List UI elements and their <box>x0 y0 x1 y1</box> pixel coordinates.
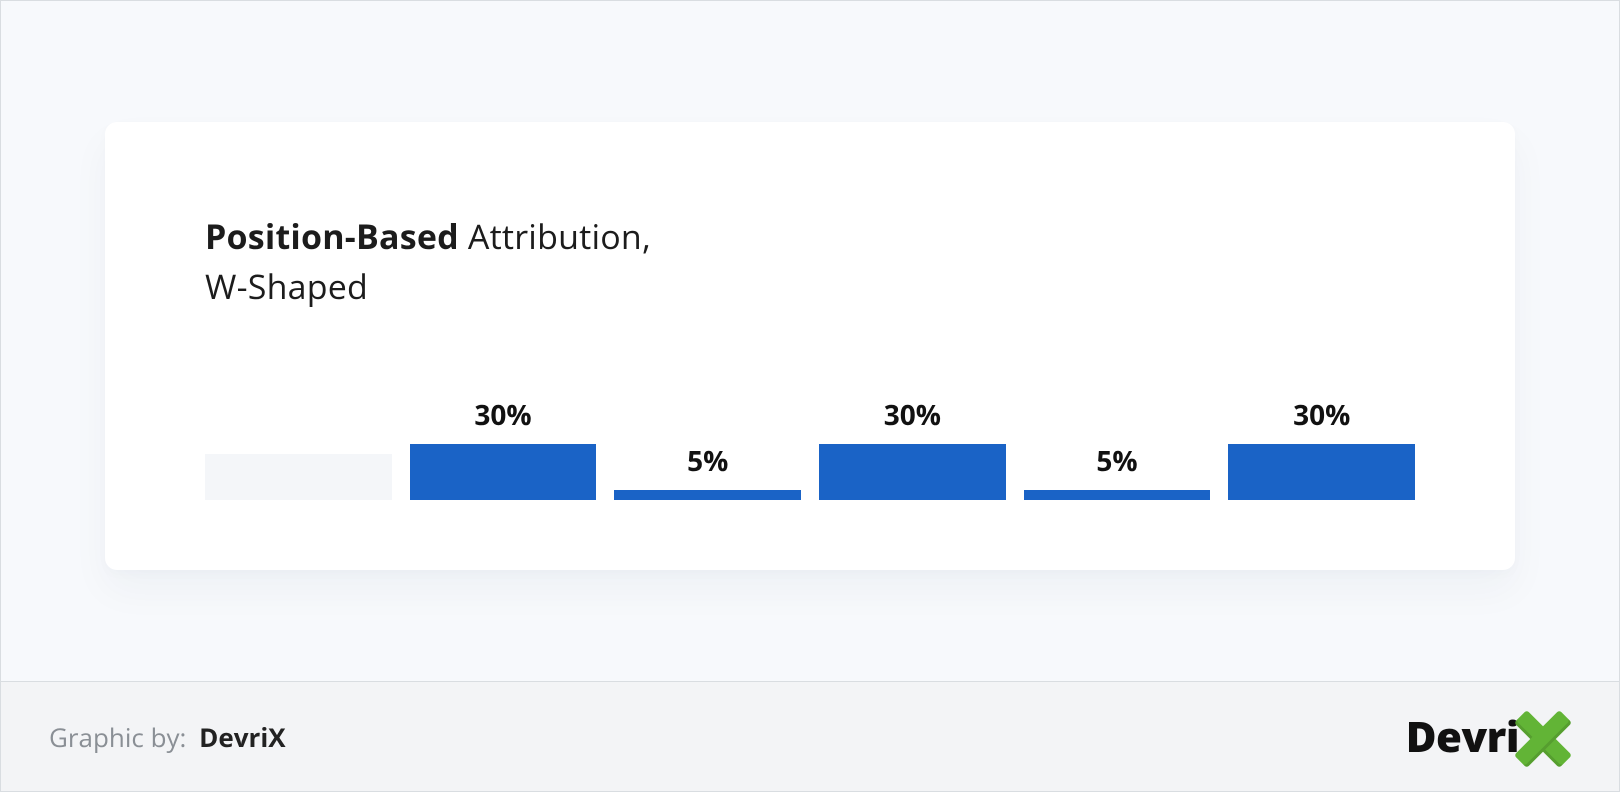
bar <box>1024 490 1211 500</box>
stage: Position-Based Attribution, W-Shaped 30%… <box>1 1 1619 681</box>
bar-wrap: 5% <box>1024 442 1211 500</box>
bar-wrap: 30% <box>410 396 597 500</box>
bar-wrap: 5% <box>614 442 801 500</box>
bar-wrap: 30% <box>1228 396 1415 500</box>
bar <box>410 444 597 500</box>
logo-text: Devri <box>1406 708 1519 765</box>
devrix-logo: Devri <box>1406 707 1571 767</box>
title-rest: Attribution, <box>459 213 651 259</box>
bar-label: 5% <box>687 442 728 480</box>
title-bold: Position-Based <box>205 213 459 259</box>
graphic-frame: Position-Based Attribution, W-Shaped 30%… <box>0 0 1620 792</box>
bar-label: 5% <box>1096 442 1137 480</box>
chart-title: Position-Based Attribution, W-Shaped <box>205 212 1415 311</box>
bar-label: 30% <box>1293 396 1350 434</box>
bar <box>614 490 801 500</box>
title-line2: W-Shaped <box>205 263 368 309</box>
bar-wrap <box>205 410 392 500</box>
chart-card: Position-Based Attribution, W-Shaped 30%… <box>105 122 1515 570</box>
bar-placeholder <box>205 454 392 500</box>
credit-label: Graphic by: <box>49 719 186 755</box>
bar-chart: 30% 5% 30% 5% 30% <box>205 396 1415 500</box>
bar-wrap: 30% <box>819 396 1006 500</box>
bar-label: 30% <box>884 396 941 434</box>
bar <box>819 444 1006 500</box>
bar <box>1228 444 1415 500</box>
credit: Graphic by: DevriX <box>49 719 286 755</box>
bar-label: 30% <box>474 396 531 434</box>
footer: Graphic by: DevriX Devri <box>1 681 1619 791</box>
credit-brand: DevriX <box>199 719 285 755</box>
logo-x-icon <box>1515 711 1571 767</box>
